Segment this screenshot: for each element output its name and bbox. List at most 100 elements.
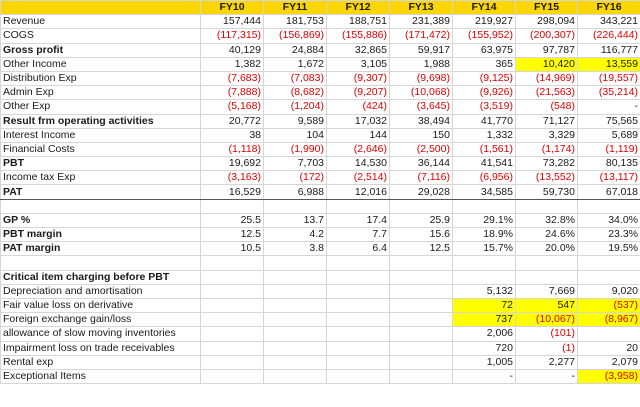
value-cell[interactable]: [263, 283, 327, 299]
value-cell[interactable]: 80,135: [577, 156, 640, 172]
value-cell[interactable]: [452, 198, 516, 214]
year-header-cell[interactable]: FY12: [326, 0, 390, 16]
value-cell[interactable]: (35,214): [577, 85, 640, 101]
value-cell[interactable]: 75,565: [577, 113, 640, 129]
value-cell[interactable]: [389, 283, 453, 299]
value-cell[interactable]: [326, 283, 390, 299]
value-cell[interactable]: 25.9: [389, 212, 453, 229]
value-cell[interactable]: 1,382: [200, 56, 264, 72]
value-cell[interactable]: [200, 354, 264, 370]
value-cell[interactable]: 29,028: [389, 184, 453, 200]
value-cell[interactable]: (155,952): [452, 28, 516, 44]
value-cell[interactable]: 17,032: [326, 113, 390, 129]
value-cell[interactable]: 24.6%: [515, 226, 578, 243]
value-cell[interactable]: 73,282: [515, 156, 578, 172]
value-cell[interactable]: 116,777: [577, 42, 640, 58]
value-cell[interactable]: 15.6: [389, 226, 453, 243]
value-cell[interactable]: 1,005: [452, 354, 516, 370]
value-cell[interactable]: (1,119): [577, 141, 640, 158]
value-cell[interactable]: [452, 255, 516, 271]
value-cell[interactable]: [263, 269, 327, 285]
value-cell[interactable]: (226,444): [577, 28, 640, 44]
value-cell[interactable]: 34.0%: [577, 212, 640, 229]
value-cell[interactable]: (1,990): [263, 141, 327, 158]
value-cell[interactable]: [200, 198, 264, 214]
row-label-cell[interactable]: Result frm operating activities: [0, 113, 201, 129]
value-cell[interactable]: 36,144: [389, 156, 453, 172]
year-header-cell[interactable]: FY11: [263, 0, 327, 16]
value-cell[interactable]: 72: [452, 297, 516, 314]
value-cell[interactable]: (537): [577, 297, 640, 314]
value-cell[interactable]: 2,079: [577, 354, 640, 370]
value-cell[interactable]: 7,669: [515, 283, 578, 299]
value-cell[interactable]: (7,888): [200, 85, 264, 101]
value-cell[interactable]: [263, 198, 327, 214]
value-cell[interactable]: [577, 326, 640, 342]
value-cell[interactable]: (117,315): [200, 28, 264, 44]
value-cell[interactable]: [515, 255, 578, 271]
row-label-cell[interactable]: Impairment loss on trade receivables: [0, 340, 201, 356]
row-label-cell[interactable]: allowance of slow moving inventories: [0, 326, 201, 342]
value-cell[interactable]: [200, 340, 264, 356]
value-cell[interactable]: 7.7: [326, 226, 390, 243]
value-cell[interactable]: 23.3%: [577, 226, 640, 243]
row-label-cell[interactable]: PAT margin: [0, 241, 201, 257]
value-cell[interactable]: (3,519): [452, 99, 516, 115]
row-label-cell[interactable]: Financial Costs: [0, 141, 201, 158]
value-cell[interactable]: [577, 255, 640, 271]
value-cell[interactable]: (19,557): [577, 70, 640, 87]
value-cell[interactable]: (6,956): [452, 170, 516, 186]
value-cell[interactable]: 20: [577, 340, 640, 356]
value-cell[interactable]: 737: [452, 312, 516, 328]
value-cell[interactable]: 9,020: [577, 283, 640, 299]
row-label-cell[interactable]: Gross profit: [0, 42, 201, 58]
value-cell[interactable]: (1,561): [452, 141, 516, 158]
row-label-cell[interactable]: COGS: [0, 28, 201, 44]
value-cell[interactable]: (3,163): [200, 170, 264, 186]
value-cell[interactable]: (171,472): [389, 28, 453, 44]
value-cell[interactable]: (14,969): [515, 70, 578, 87]
value-cell[interactable]: [326, 312, 390, 328]
value-cell[interactable]: (3,645): [389, 99, 453, 115]
value-cell[interactable]: (10,067): [515, 312, 578, 328]
value-cell[interactable]: [263, 255, 327, 271]
value-cell[interactable]: (8,682): [263, 85, 327, 101]
value-cell[interactable]: 41,770: [452, 113, 516, 129]
value-cell[interactable]: 59,730: [515, 184, 578, 200]
value-cell[interactable]: (1): [515, 340, 578, 356]
value-cell[interactable]: (155,886): [326, 28, 390, 44]
value-cell[interactable]: (1,118): [200, 141, 264, 158]
value-cell[interactable]: [389, 312, 453, 328]
row-label-cell[interactable]: Income tax Exp: [0, 170, 201, 186]
value-cell[interactable]: [389, 297, 453, 314]
value-cell[interactable]: (9,207): [326, 85, 390, 101]
value-cell[interactable]: (7,683): [200, 70, 264, 87]
year-header-cell[interactable]: FY16: [577, 0, 640, 16]
value-cell[interactable]: 104: [263, 127, 327, 143]
row-label-cell[interactable]: Critical item charging before PBT: [0, 269, 201, 285]
value-cell[interactable]: 15.7%: [452, 241, 516, 257]
value-cell[interactable]: 34,585: [452, 184, 516, 200]
value-cell[interactable]: [263, 354, 327, 370]
value-cell[interactable]: [263, 297, 327, 314]
value-cell[interactable]: [326, 354, 390, 370]
value-cell[interactable]: -: [515, 368, 578, 385]
value-cell[interactable]: (424): [326, 99, 390, 115]
year-header-cell[interactable]: FY14: [452, 0, 516, 16]
row-label-cell[interactable]: PAT: [0, 184, 201, 200]
value-cell[interactable]: 41,541: [452, 156, 516, 172]
value-cell[interactable]: [326, 255, 390, 271]
row-label-cell[interactable]: Distribution Exp: [0, 70, 201, 87]
value-cell[interactable]: [200, 269, 264, 285]
year-header-cell[interactable]: FY15: [515, 0, 578, 16]
value-cell[interactable]: [200, 312, 264, 328]
value-cell[interactable]: 14,530: [326, 156, 390, 172]
value-cell[interactable]: (172): [263, 170, 327, 186]
value-cell[interactable]: [389, 269, 453, 285]
value-cell[interactable]: 157,444: [200, 14, 264, 30]
value-cell[interactable]: [326, 368, 390, 385]
value-cell[interactable]: 20.0%: [515, 241, 578, 257]
value-cell[interactable]: 3.8: [263, 241, 327, 257]
row-label-cell[interactable]: [0, 198, 201, 214]
value-cell[interactable]: [200, 255, 264, 271]
